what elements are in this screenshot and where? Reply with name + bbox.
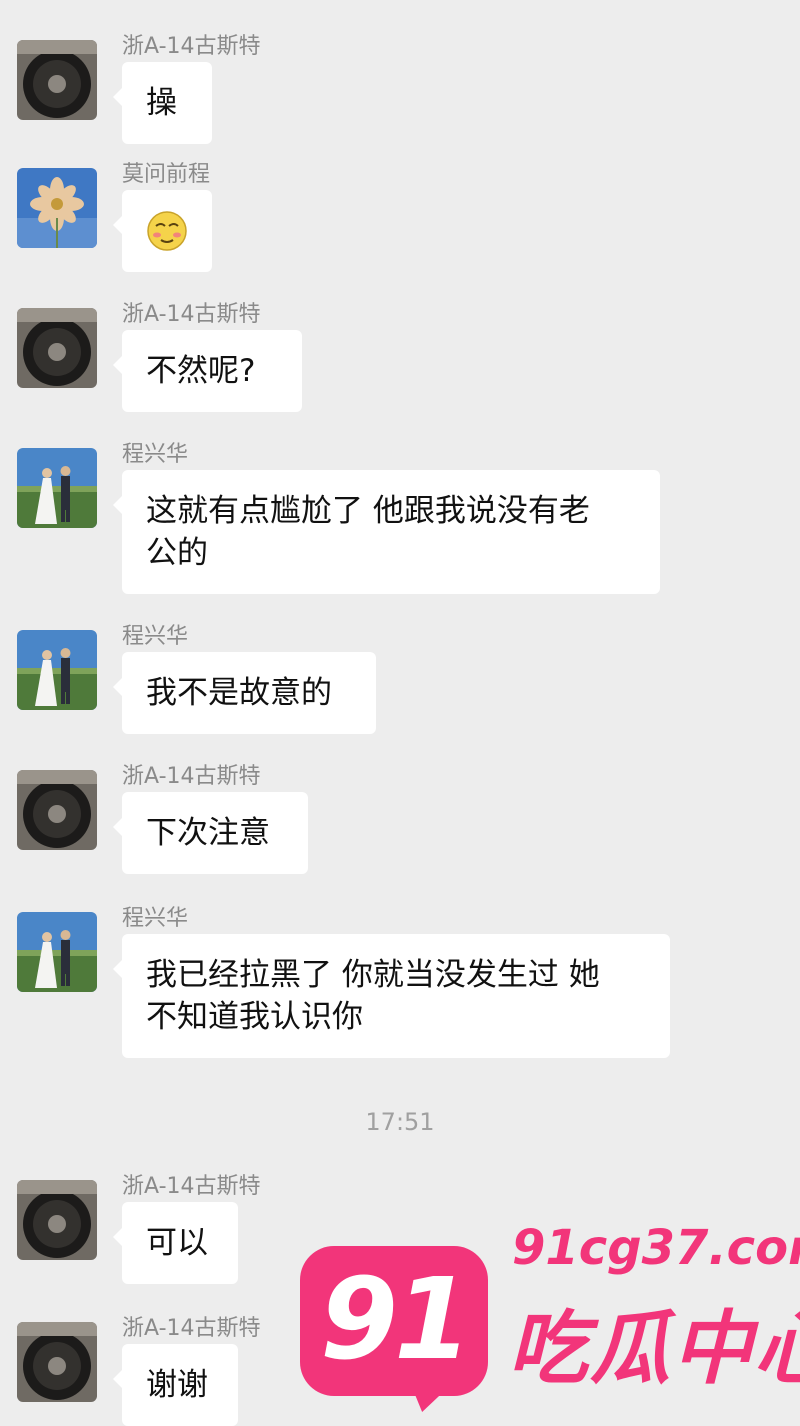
car-wheel-avatar-icon [17, 1180, 97, 1260]
car-wheel-avatar-icon [17, 1322, 97, 1402]
watermark-site: 91cg37.com [512, 1220, 800, 1276]
sender-name: 浙A-14古斯特 [122, 302, 261, 327]
message-text-line: 我已经拉黑了 你就当没发生过 她 [146, 957, 600, 993]
blushing-face-emoji-icon [147, 211, 187, 251]
message-bubble[interactable]: 我已经拉黑了 你就当没发生过 她 不知道我认识你 [113, 934, 670, 1058]
watermark-number: 91 [320, 1255, 472, 1385]
sender-name: 浙A-14古斯特 [122, 1316, 261, 1341]
car-wheel-avatar-icon [17, 770, 97, 850]
avatar[interactable] [17, 448, 97, 528]
message-bubble[interactable]: 操 [113, 62, 212, 144]
couple-photo-avatar-icon [17, 630, 97, 710]
message-bubble[interactable] [113, 190, 212, 272]
message-bubble[interactable]: 我不是故意的 [113, 652, 376, 734]
avatar[interactable] [17, 630, 97, 710]
avatar[interactable] [17, 168, 97, 248]
sender-name: 浙A-14古斯特 [122, 34, 261, 59]
avatar[interactable] [17, 40, 97, 120]
message-bubble[interactable]: 下次注意 [113, 792, 308, 874]
avatar[interactable] [17, 308, 97, 388]
chat-timestamp: 17:51 [365, 1108, 435, 1136]
avatar[interactable] [17, 1322, 97, 1402]
couple-photo-avatar-icon [17, 912, 97, 992]
couple-photo-avatar-icon [17, 448, 97, 528]
message-bubble[interactable]: 谢谢 [113, 1344, 238, 1426]
sender-name: 程兴华 [122, 906, 189, 931]
message-text: 我不是故意的 [146, 675, 332, 711]
message-text-line: 公的 [146, 535, 208, 571]
message-text: 不然呢? [146, 353, 256, 389]
message-text: 可以 [146, 1225, 208, 1261]
message-text-line: 这就有点尴尬了 他跟我说没有老 [146, 493, 590, 529]
avatar[interactable] [17, 1180, 97, 1260]
avatar[interactable] [17, 912, 97, 992]
car-wheel-avatar-icon [17, 40, 97, 120]
message-text: 操 [146, 85, 177, 121]
message-text: 下次注意 [146, 815, 270, 851]
message-bubble[interactable]: 不然呢? [113, 330, 302, 412]
sender-name: 程兴华 [122, 624, 189, 649]
flower-avatar-icon [17, 168, 97, 248]
message-bubble[interactable]: 可以 [113, 1202, 238, 1284]
sender-name: 程兴华 [122, 442, 189, 467]
sender-name: 浙A-14古斯特 [122, 764, 261, 789]
sender-name: 浙A-14古斯特 [122, 1174, 261, 1199]
avatar[interactable] [17, 770, 97, 850]
car-wheel-avatar-icon [17, 308, 97, 388]
watermark-name: 吃瓜中心 [508, 1302, 800, 1395]
message-text-line: 不知道我认识你 [146, 999, 363, 1035]
sender-name: 莫问前程 [122, 162, 211, 187]
message-bubble[interactable]: 这就有点尴尬了 他跟我说没有老 公的 [113, 470, 660, 594]
message-text: 谢谢 [146, 1367, 208, 1403]
